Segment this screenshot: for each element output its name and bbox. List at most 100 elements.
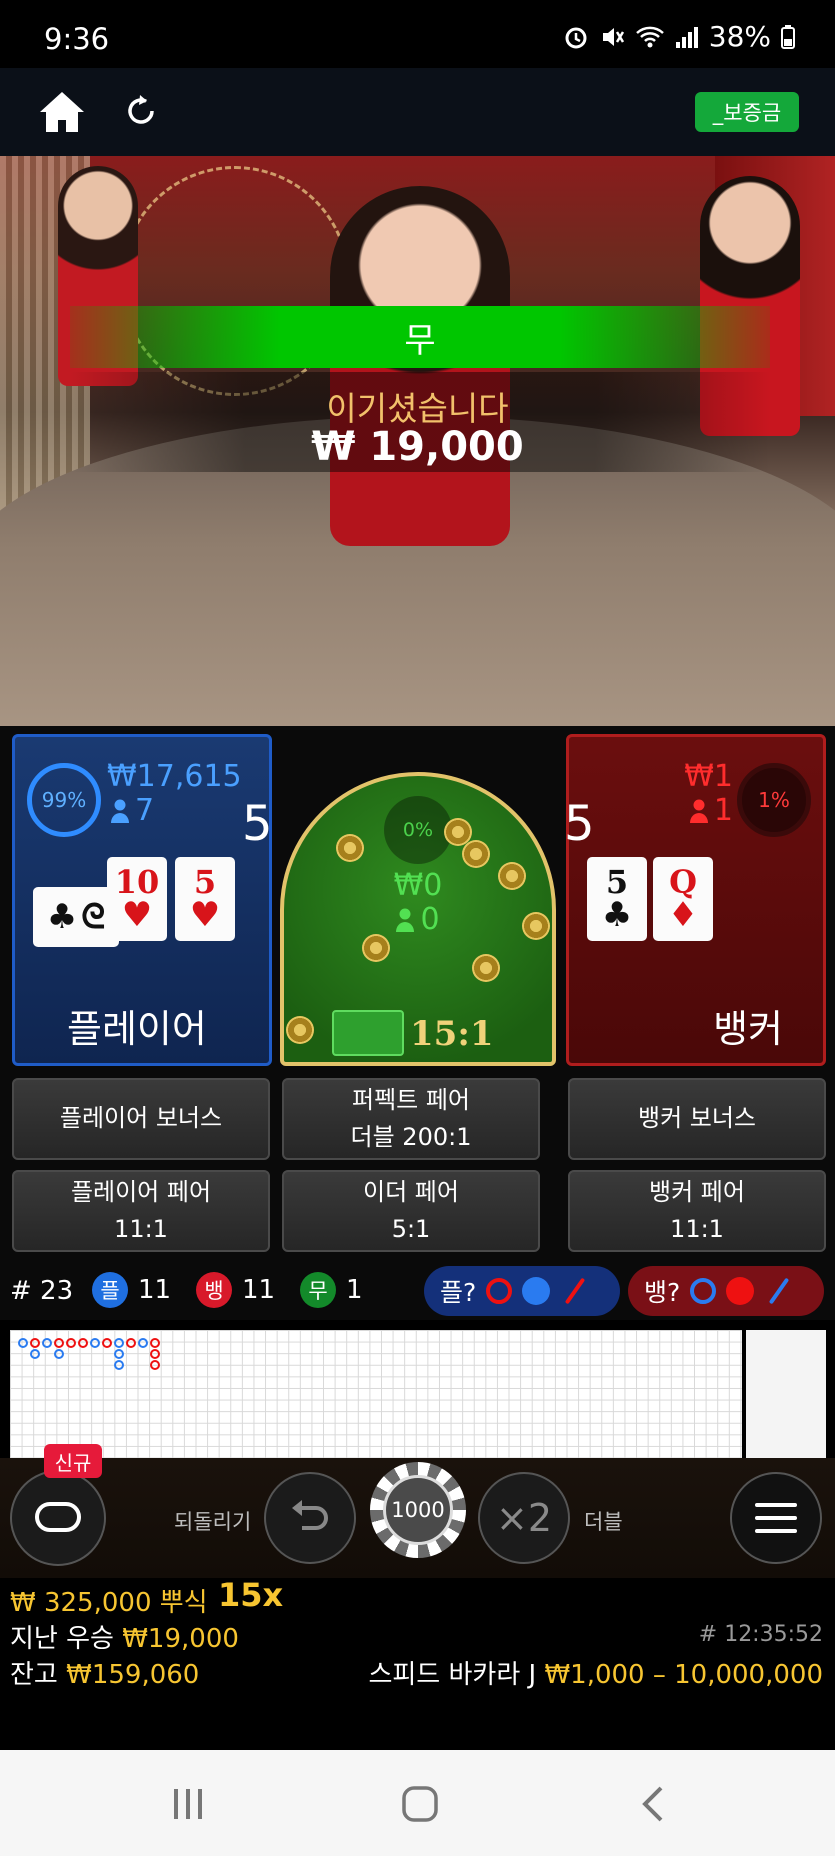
road-marker (138, 1338, 148, 1348)
home-nav-button[interactable] (396, 1780, 444, 1828)
refresh-button[interactable] (122, 92, 160, 130)
banker-bet-spot[interactable]: 1% ₩1 1 5 ♣ Q ♦ 뱅커 (566, 734, 826, 1066)
result-banner: 무 (70, 306, 770, 368)
card-rank: 10 (114, 863, 160, 901)
player-bet-spot[interactable]: 99% ₩17,615 7 ♣ ᘓ 10 ♥ 5 ♥ 플레이어 (12, 734, 272, 1066)
win-amount: ₩ 19,000 (311, 424, 524, 470)
chat-button[interactable] (10, 1470, 106, 1566)
undo-button[interactable] (264, 1472, 356, 1564)
road-marker (90, 1338, 100, 1348)
road-marker (78, 1338, 88, 1348)
perfect-pair-odds: 더블 200:1 (350, 1123, 472, 1151)
red-ring-icon (486, 1278, 513, 1304)
road-marker (18, 1338, 28, 1348)
player-pair-button[interactable]: 플레이어 페어 11:1 (12, 1170, 270, 1252)
red-slash-icon (565, 1277, 586, 1305)
deposit-button[interactable]: _보증금 (695, 92, 799, 132)
player-card-2: 5 ♥ (175, 857, 235, 941)
table-limits: ₩1,000 – 10,000,000 (544, 1660, 823, 1690)
balance: 잔고 ₩159,060 (10, 1654, 199, 1691)
roadmap-grid[interactable] (10, 1330, 742, 1458)
road-marker (114, 1338, 124, 1348)
player-pair-label: 플레이어 페어 (70, 1177, 212, 1206)
undo-label: 되돌리기 (174, 1510, 252, 1534)
money-icon (332, 1010, 404, 1056)
predict-player-label: 플? (440, 1278, 477, 1307)
last-win: 지난 우승 ₩19,000 (10, 1618, 239, 1655)
home-button[interactable] (38, 90, 86, 134)
road-marker (30, 1338, 40, 1348)
chip-value: 1000 (383, 1475, 453, 1545)
player-pair-odds: 11:1 (114, 1215, 168, 1243)
blue-dot-icon (522, 1277, 551, 1305)
system-nav-bar (0, 1750, 835, 1856)
user-icon (396, 908, 415, 932)
player-label: 플레이어 (67, 1007, 207, 1051)
alarm-icon (565, 27, 587, 48)
banker-bonus-button[interactable]: 뱅커 보너스 (568, 1078, 826, 1160)
road-marker (66, 1338, 76, 1348)
undo-icon (292, 1500, 328, 1530)
jackpot-amount: ₩ 325,000 뿌식 (10, 1588, 208, 1618)
side-card-symbol-1: ♣ (46, 897, 78, 937)
card-suit: ♥ (121, 895, 153, 935)
double-button[interactable]: ×2 (478, 1472, 570, 1564)
new-badge: 신규 (44, 1444, 102, 1478)
banker-pair-label: 뱅커 페어 (649, 1177, 745, 1206)
road-marker (114, 1349, 124, 1359)
footer-info: ₩ 325,000 뿌식 15x 지난 우승 ₩19,000 잔고 ₩159,0… (0, 1576, 835, 1750)
either-pair-button[interactable]: 이더 페어 5:1 (282, 1170, 540, 1252)
banker-bonus-label: 뱅커 보너스 (637, 1104, 757, 1133)
banker-wins-stat: 뱅 11 (196, 1272, 275, 1308)
double-icon: ×2 (495, 1496, 553, 1540)
road-marker (30, 1349, 40, 1359)
tie-wins-count: 1 (346, 1275, 363, 1305)
game-topbar: _보증금 (0, 68, 835, 156)
card-suit: ♥ (189, 895, 221, 935)
banker-bettors: 1 (689, 793, 733, 828)
last-win-amount: ₩19,000 (122, 1624, 239, 1654)
player-bonus-button[interactable]: 플레이어 보너스 (12, 1078, 270, 1160)
live-video: 무 이기셨습니다 ₩ 19,000 (0, 156, 835, 726)
table-info: 스피드 바카라 J ₩1,000 – 10,000,000 (368, 1654, 823, 1691)
player-total-bet: ₩17,615 (107, 759, 242, 794)
home-nav-icon (402, 1786, 438, 1822)
player-card-1: 10 ♥ (107, 857, 167, 941)
status-time: 9:36 (44, 22, 110, 56)
recents-button[interactable] (164, 1780, 212, 1828)
user-icon (689, 799, 708, 823)
back-button[interactable] (630, 1780, 678, 1828)
road-marker (54, 1338, 64, 1348)
round-number: # 23 (10, 1276, 74, 1306)
perfect-pair-label: 퍼펙트 페어 (351, 1085, 471, 1114)
roadmap-side-panel[interactable] (746, 1330, 826, 1458)
predict-player-button[interactable]: 플? (424, 1266, 620, 1316)
stats-row: # 23 플 11 뱅 11 무 1 플? 뱅? (0, 1262, 835, 1320)
round-time: # 12:35:52 (698, 1622, 823, 1647)
banker-wins-count: 11 (242, 1275, 276, 1305)
tie-percent: 0% (384, 796, 452, 864)
banker-label: 뱅커 (713, 1007, 783, 1051)
player-wins-stat: 플 11 (92, 1272, 171, 1308)
banker-pair-button[interactable]: 뱅커 페어 11:1 (568, 1170, 826, 1252)
banker-badge: 뱅 (196, 1272, 232, 1308)
gold-coin-icon (522, 912, 550, 940)
gold-coin-icon (462, 840, 490, 868)
gold-coin-icon (472, 954, 500, 982)
card-rank: Q (669, 863, 697, 901)
tie-bet-spot[interactable]: 0% ₩0 0 15:1 (280, 772, 556, 1066)
perfect-pair-button[interactable]: 퍼펙트 페어 더블 200:1 (282, 1078, 540, 1160)
mute-icon (602, 27, 624, 46)
player-percent: 99% (27, 763, 101, 837)
bet-area: 99% ₩17,615 7 ♣ ᘓ 10 ♥ 5 ♥ 플레이어 1% ₩1 1 … (0, 726, 835, 1072)
win-message: 이기셨습니다 (326, 389, 509, 428)
chip-selector[interactable]: 1000 (370, 1462, 466, 1558)
predict-banker-label: 뱅? (644, 1278, 681, 1307)
card-suit: ♦ (667, 895, 699, 935)
side-card-symbol-2: ᘓ (81, 897, 106, 937)
either-pair-label: 이더 페어 (363, 1177, 459, 1206)
predict-banker-button[interactable]: 뱅? (628, 1266, 824, 1316)
menu-button[interactable] (730, 1472, 822, 1564)
banker-card-2: Q ♦ (653, 857, 713, 941)
tie-bettors-count: 0 (420, 902, 440, 937)
